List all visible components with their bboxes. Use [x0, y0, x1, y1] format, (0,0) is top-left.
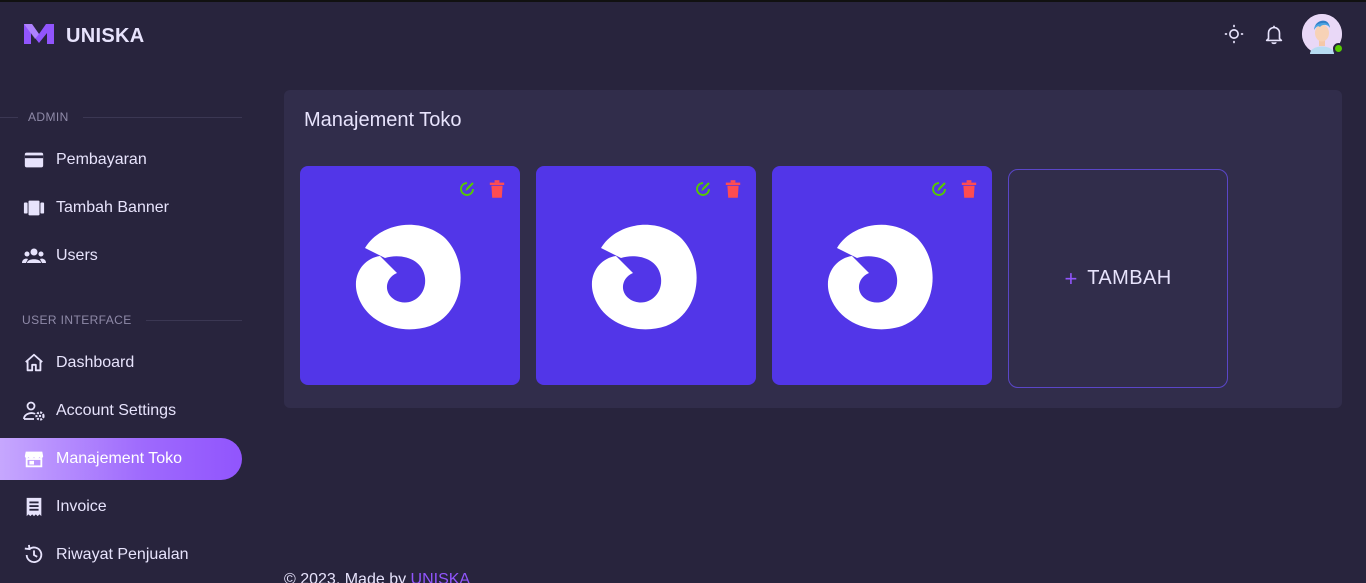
receipt-icon: [22, 495, 46, 519]
brand-name: UNISKA: [66, 25, 145, 47]
credit-card-icon: [22, 148, 46, 172]
account-group-icon: [22, 244, 46, 268]
sidebar-item-label: Pembayaran: [56, 151, 147, 168]
sidebar: UNISKA ADMIN Pembayaran Tambah Banner Us…: [0, 0, 250, 583]
sidebar-item-label: Riwayat Penjualan: [56, 546, 189, 563]
edit-icon[interactable]: [929, 179, 949, 199]
sidebar-item-pembayaran[interactable]: Pembayaran: [0, 139, 242, 181]
store-management-card: Manajement Toko + TAMBAH: [284, 90, 1342, 408]
sidebar-item-label: Manajement Toko: [56, 450, 182, 467]
trash-icon[interactable]: [723, 179, 743, 199]
sidebar-item-account-settings[interactable]: Account Settings: [0, 390, 242, 432]
trash-icon[interactable]: [959, 179, 979, 199]
brand-logo-icon: [22, 22, 56, 51]
history-icon: [22, 543, 46, 567]
sidebar-item-label: Users: [56, 247, 98, 264]
section-title-admin: ADMIN: [0, 110, 242, 124]
avatar[interactable]: [1302, 14, 1344, 54]
home-icon: [22, 351, 46, 375]
footer-text: © 2023, Made by: [284, 571, 411, 583]
add-store-label: TAMBAH: [1087, 267, 1172, 289]
sidebar-item-tambah-banner[interactable]: Tambah Banner: [0, 187, 242, 229]
section-title-user-interface: USER INTERFACE: [0, 313, 242, 327]
storefront-icon: [22, 447, 46, 471]
view-carousel-icon: [22, 196, 46, 220]
sidebar-item-label: Account Settings: [56, 402, 177, 419]
store-tile[interactable]: [772, 166, 992, 385]
add-store-button[interactable]: + TAMBAH: [1008, 169, 1228, 388]
footer: © 2023, Made by UNISKA: [284, 571, 470, 583]
sidebar-item-invoice[interactable]: Invoice: [0, 486, 242, 528]
brand[interactable]: UNISKA: [22, 22, 144, 51]
trash-icon[interactable]: [487, 179, 507, 199]
sidebar-item-dashboard[interactable]: Dashboard: [0, 342, 242, 384]
sidebar-item-users[interactable]: Users: [0, 235, 242, 277]
page-title: Manajement Toko: [304, 109, 462, 131]
brightness-icon[interactable]: [1222, 22, 1246, 46]
sidebar-item-riwayat-penjualan[interactable]: Riwayat Penjualan: [0, 534, 242, 576]
footer-link[interactable]: UNISKA: [411, 571, 471, 583]
store-logo-icon: [355, 218, 465, 339]
sidebar-item-label: Invoice: [56, 498, 107, 515]
store-logo-icon: [827, 218, 937, 339]
sidebar-item-manajement-toko[interactable]: Manajement Toko: [0, 438, 242, 480]
store-logo-icon: [591, 218, 701, 339]
bell-icon[interactable]: [1262, 22, 1286, 46]
sidebar-item-label: Dashboard: [56, 354, 135, 371]
store-tile[interactable]: [536, 166, 756, 385]
sidebar-item-label: Tambah Banner: [56, 199, 169, 216]
plus-icon: +: [1064, 265, 1078, 291]
edit-icon[interactable]: [457, 179, 477, 199]
store-tile[interactable]: [300, 166, 520, 385]
account-cog-icon: [22, 399, 46, 423]
edit-icon[interactable]: [693, 179, 713, 199]
online-status-badge: [1333, 43, 1344, 54]
